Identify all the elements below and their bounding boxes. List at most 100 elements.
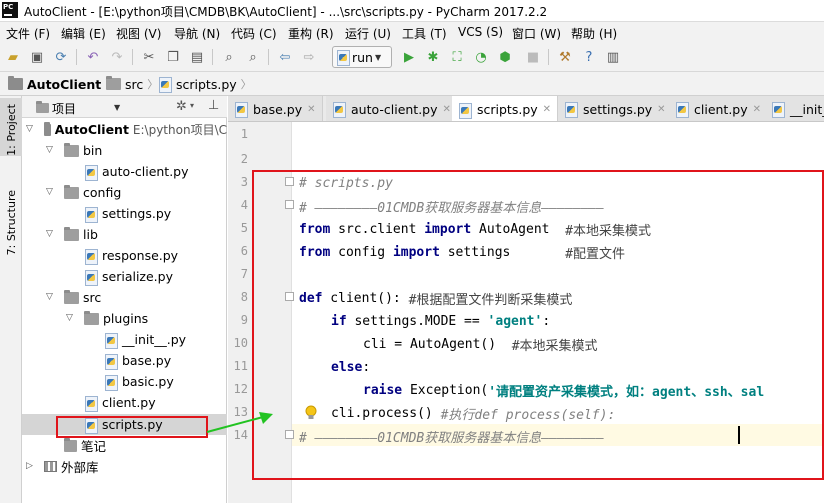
menu-code[interactable]: 代码 (C) (231, 25, 277, 42)
chevron-down-icon: ▽ (66, 313, 73, 323)
run-icon[interactable]: ▶ (400, 48, 418, 66)
tab-client[interactable]: client.py ✕ (669, 96, 769, 121)
tree-item-file[interactable]: serialize.py (22, 266, 227, 287)
python-file-icon (234, 102, 248, 118)
python-file-icon (158, 77, 172, 93)
line-number: 12 (233, 382, 248, 396)
tab-settings[interactable]: settings.py ✕ (558, 96, 673, 121)
cut-icon[interactable]: ✂ (140, 48, 158, 66)
tree-item-plugins[interactable]: ▽ plugins (22, 308, 227, 329)
coverage-icon[interactable]: ⛶ (448, 48, 466, 66)
tree-item-config[interactable]: ▽ config (22, 182, 227, 203)
menu-help[interactable]: 帮助 (H) (571, 25, 617, 42)
menu-window[interactable]: 窗口 (W) (512, 25, 561, 42)
tree-item-autoclient[interactable]: ▽ AutoClient E:\python项目\C (22, 119, 227, 140)
gear-icon[interactable]: ✲ (176, 99, 187, 114)
tree-item-file[interactable]: response.py (22, 245, 227, 266)
tree-item-bin[interactable]: ▽ bin (22, 140, 227, 161)
line-number: 5 (240, 221, 248, 235)
project-view-label[interactable]: 项目 (52, 100, 76, 117)
tree-item-file[interactable]: auto-client.py (22, 161, 227, 182)
redo-icon[interactable]: ↷ (108, 48, 126, 66)
chevron-down-icon: ▽ (46, 145, 53, 155)
tree-item-file[interactable]: settings.py (22, 203, 227, 224)
chevron-down-icon: ▽ (26, 124, 33, 134)
python-file-icon (564, 102, 578, 118)
line-number: 7 (240, 267, 248, 281)
python-file-icon (104, 332, 118, 349)
back-arrow-icon[interactable]: ⇦ (276, 48, 294, 66)
tool-window-strip (0, 96, 22, 503)
breadcrumb-file[interactable]: scripts.py 〉 (158, 76, 252, 93)
tree-item-file[interactable]: __init__.py (22, 329, 227, 350)
chevron-down-icon[interactable]: ▼ (114, 103, 120, 112)
tree-item-file[interactable]: client.py (22, 392, 227, 413)
menu-vcs[interactable]: VCS (S) (458, 25, 503, 39)
forward-arrow-icon[interactable]: ⇨ (300, 48, 318, 66)
tree-item-external-libs[interactable]: ▷ 外部库 (22, 456, 227, 477)
tree-item-file[interactable]: basic.py (22, 371, 227, 392)
python-file-icon (332, 102, 346, 118)
window-title: AutoClient - [E:\python项目\CMDB\BK\AutoCl… (24, 5, 548, 19)
replace-icon[interactable]: ⌕ (244, 48, 262, 66)
undo-icon[interactable]: ↶ (84, 48, 102, 66)
tab-base[interactable]: base.py ✕ (228, 96, 323, 121)
pycharm-logo-icon: PC (2, 2, 18, 18)
structure-tool-tab[interactable]: 7: Structure (0, 190, 22, 272)
annotation-box-scripts-file (56, 416, 208, 438)
save-icon[interactable]: ▣ (28, 48, 46, 66)
menu-edit[interactable]: 编辑 (E) (61, 25, 106, 42)
help-icon[interactable]: ? (580, 48, 598, 66)
concurrency-icon[interactable]: ⬢ (496, 48, 514, 66)
debug-icon[interactable]: ✱ (424, 48, 442, 66)
python-file-icon (104, 353, 118, 370)
menu-navigate[interactable]: 导航 (N) (174, 25, 220, 42)
hide-panel-icon[interactable]: ⊥ (208, 98, 219, 113)
find-icon[interactable]: ⌕ (220, 48, 238, 66)
paste-icon[interactable]: ▤ (188, 48, 206, 66)
toolbar: ▰ ▣ ⟳ ↶ ↷ ✂ ❐ ▤ ⌕ ⌕ ⇦ ⇨ run ▼ ▶ ✱ ⛶ ◔ ⬢ … (0, 42, 824, 72)
sync-icon[interactable]: ⟳ (52, 48, 70, 66)
settings-wrench-icon[interactable]: ⚒ (556, 48, 574, 66)
breadcrumb-src[interactable]: src 〉 (106, 76, 158, 92)
tree-item-src[interactable]: ▽ src (22, 287, 227, 308)
file-icon (64, 437, 77, 452)
profile-icon[interactable]: ◔ (472, 48, 490, 66)
tree-item-notes[interactable]: 笔记 (22, 435, 227, 456)
close-icon[interactable]: ✕ (657, 104, 665, 115)
close-icon[interactable]: ✕ (543, 104, 551, 115)
chevron-down-icon[interactable]: ▾ (190, 101, 194, 110)
project-tool-tab[interactable]: 1: Project (0, 98, 22, 156)
copy-icon[interactable]: ❐ (164, 48, 182, 66)
run-configuration-label: run (352, 49, 373, 65)
stop-icon[interactable]: ■ (524, 48, 542, 66)
menu-bar: 文件 (F) 编辑 (E) 视图 (V) 导航 (N) 代码 (C) 重构 (R… (0, 22, 824, 42)
line-number: 3 (240, 175, 248, 189)
line-number: 11 (233, 359, 248, 373)
chevron-down-icon: ▽ (46, 187, 53, 197)
chevron-right-icon: ▷ (26, 461, 33, 471)
python-console-icon[interactable]: ▥ (604, 48, 622, 66)
menu-run[interactable]: 运行 (U) (345, 25, 391, 42)
folder-icon (64, 289, 79, 304)
tab-init[interactable]: __init_ (765, 96, 824, 121)
tree-item-lib[interactable]: ▽ lib (22, 224, 227, 245)
python-file-icon (771, 102, 785, 118)
tree-item-file[interactable]: base.py (22, 350, 227, 371)
chevron-down-icon: ▼ (374, 52, 382, 62)
editor-tabs: base.py ✕ auto-client.py ✕ scripts.py ✕ … (228, 96, 824, 122)
menu-tools[interactable]: 工具 (T) (402, 25, 447, 42)
close-icon[interactable]: ✕ (307, 104, 315, 115)
breadcrumb-project[interactable]: AutoClient 〉 (8, 76, 116, 92)
close-icon[interactable]: ✕ (443, 104, 451, 115)
open-folder-icon[interactable]: ▰ (4, 48, 22, 66)
menu-file[interactable]: 文件 (F) (6, 25, 50, 42)
chevron-right-icon: 〉 (240, 78, 252, 91)
tab-auto-client[interactable]: auto-client.py ✕ (326, 96, 458, 121)
menu-view[interactable]: 视图 (V) (116, 25, 161, 42)
tab-scripts[interactable]: scripts.py ✕ (452, 96, 559, 121)
menu-refactor[interactable]: 重构 (R) (288, 25, 334, 42)
python-icon (336, 50, 350, 66)
run-configuration-select[interactable]: run ▼ (332, 46, 392, 68)
close-icon[interactable]: ✕ (753, 104, 761, 115)
